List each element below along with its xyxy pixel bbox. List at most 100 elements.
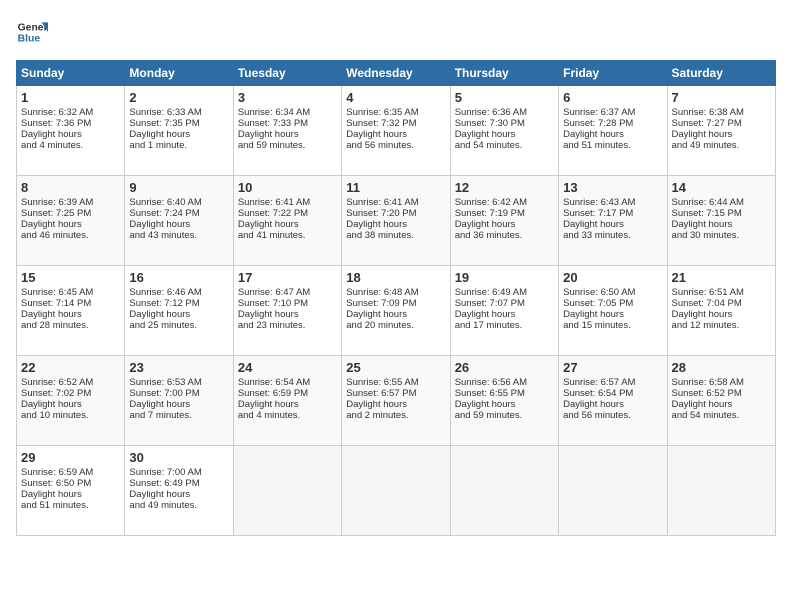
daylight-value: and 51 minutes. bbox=[21, 500, 89, 511]
table-row: 17Sunrise: 6:47 AMSunset: 7:10 PMDayligh… bbox=[233, 266, 341, 356]
sunset-text: Sunset: 7:35 PM bbox=[129, 118, 199, 129]
table-row: 24Sunrise: 6:54 AMSunset: 6:59 PMDayligh… bbox=[233, 356, 341, 446]
calendar-week: 8Sunrise: 6:39 AMSunset: 7:25 PMDaylight… bbox=[17, 176, 776, 266]
day-number: 10 bbox=[238, 180, 337, 195]
svg-text:Blue: Blue bbox=[18, 34, 41, 45]
col-monday: Monday bbox=[125, 61, 233, 86]
sunrise-text: Sunrise: 6:55 AM bbox=[346, 377, 418, 388]
table-row: 18Sunrise: 6:48 AMSunset: 7:09 PMDayligh… bbox=[342, 266, 450, 356]
table-row: 26Sunrise: 6:56 AMSunset: 6:55 PMDayligh… bbox=[450, 356, 558, 446]
sunrise-text: Sunrise: 6:59 AM bbox=[21, 467, 93, 478]
daylight-value: and 38 minutes. bbox=[346, 230, 414, 241]
calendar-table: Sunday Monday Tuesday Wednesday Thursday… bbox=[16, 60, 776, 536]
table-row: 11Sunrise: 6:41 AMSunset: 7:20 PMDayligh… bbox=[342, 176, 450, 266]
daylight-value: and 17 minutes. bbox=[455, 320, 523, 331]
daylight-label: Daylight hours bbox=[563, 309, 624, 320]
day-number: 24 bbox=[238, 360, 337, 375]
sunrise-text: Sunrise: 6:40 AM bbox=[129, 197, 201, 208]
daylight-value: and 49 minutes. bbox=[129, 500, 197, 511]
table-row: 6Sunrise: 6:37 AMSunset: 7:28 PMDaylight… bbox=[559, 86, 667, 176]
calendar-week: 29Sunrise: 6:59 AMSunset: 6:50 PMDayligh… bbox=[17, 446, 776, 536]
daylight-label: Daylight hours bbox=[346, 219, 407, 230]
table-row: 25Sunrise: 6:55 AMSunset: 6:57 PMDayligh… bbox=[342, 356, 450, 446]
daylight-value: and 56 minutes. bbox=[346, 140, 414, 151]
daylight-value: and 51 minutes. bbox=[563, 140, 631, 151]
sunset-text: Sunset: 7:04 PM bbox=[672, 298, 742, 309]
table-row: 3Sunrise: 6:34 AMSunset: 7:33 PMDaylight… bbox=[233, 86, 341, 176]
table-row: 27Sunrise: 6:57 AMSunset: 6:54 PMDayligh… bbox=[559, 356, 667, 446]
sunrise-text: Sunrise: 6:35 AM bbox=[346, 107, 418, 118]
day-number: 2 bbox=[129, 90, 228, 105]
day-number: 22 bbox=[21, 360, 120, 375]
day-number: 30 bbox=[129, 450, 228, 465]
day-number: 19 bbox=[455, 270, 554, 285]
daylight-label: Daylight hours bbox=[21, 489, 82, 500]
sunrise-text: Sunrise: 6:50 AM bbox=[563, 287, 635, 298]
calendar-week: 1Sunrise: 6:32 AMSunset: 7:36 PMDaylight… bbox=[17, 86, 776, 176]
sunrise-text: Sunrise: 6:51 AM bbox=[672, 287, 744, 298]
sunrise-text: Sunrise: 6:45 AM bbox=[21, 287, 93, 298]
day-number: 26 bbox=[455, 360, 554, 375]
sunset-text: Sunset: 7:22 PM bbox=[238, 208, 308, 219]
daylight-value: and 43 minutes. bbox=[129, 230, 197, 241]
sunrise-text: Sunrise: 6:46 AM bbox=[129, 287, 201, 298]
sunrise-text: Sunrise: 6:57 AM bbox=[563, 377, 635, 388]
daylight-label: Daylight hours bbox=[455, 309, 516, 320]
sunset-text: Sunset: 6:52 PM bbox=[672, 388, 742, 399]
daylight-value: and 7 minutes. bbox=[129, 410, 191, 421]
sunset-text: Sunset: 7:30 PM bbox=[455, 118, 525, 129]
col-friday: Friday bbox=[559, 61, 667, 86]
daylight-value: and 2 minutes. bbox=[346, 410, 408, 421]
daylight-label: Daylight hours bbox=[455, 399, 516, 410]
table-row bbox=[667, 446, 775, 536]
daylight-label: Daylight hours bbox=[346, 129, 407, 140]
daylight-label: Daylight hours bbox=[672, 399, 733, 410]
day-number: 16 bbox=[129, 270, 228, 285]
day-number: 13 bbox=[563, 180, 662, 195]
sunset-text: Sunset: 6:59 PM bbox=[238, 388, 308, 399]
day-number: 8 bbox=[21, 180, 120, 195]
daylight-value: and 4 minutes. bbox=[238, 410, 300, 421]
table-row: 28Sunrise: 6:58 AMSunset: 6:52 PMDayligh… bbox=[667, 356, 775, 446]
table-row: 9Sunrise: 6:40 AMSunset: 7:24 PMDaylight… bbox=[125, 176, 233, 266]
sunrise-text: Sunrise: 6:52 AM bbox=[21, 377, 93, 388]
daylight-label: Daylight hours bbox=[129, 129, 190, 140]
table-row: 29Sunrise: 6:59 AMSunset: 6:50 PMDayligh… bbox=[17, 446, 125, 536]
day-number: 29 bbox=[21, 450, 120, 465]
col-saturday: Saturday bbox=[667, 61, 775, 86]
sunrise-text: Sunrise: 6:38 AM bbox=[672, 107, 744, 118]
sunset-text: Sunset: 7:02 PM bbox=[21, 388, 91, 399]
daylight-value: and 59 minutes. bbox=[455, 410, 523, 421]
daylight-value: and 41 minutes. bbox=[238, 230, 306, 241]
day-number: 20 bbox=[563, 270, 662, 285]
daylight-label: Daylight hours bbox=[21, 129, 82, 140]
daylight-label: Daylight hours bbox=[129, 399, 190, 410]
table-row: 16Sunrise: 6:46 AMSunset: 7:12 PMDayligh… bbox=[125, 266, 233, 356]
table-row: 30Sunrise: 7:00 AMSunset: 6:49 PMDayligh… bbox=[125, 446, 233, 536]
table-row bbox=[559, 446, 667, 536]
daylight-label: Daylight hours bbox=[238, 219, 299, 230]
table-row bbox=[450, 446, 558, 536]
table-row bbox=[342, 446, 450, 536]
sunrise-text: Sunrise: 6:39 AM bbox=[21, 197, 93, 208]
daylight-label: Daylight hours bbox=[346, 309, 407, 320]
table-row bbox=[233, 446, 341, 536]
sunrise-text: Sunrise: 6:41 AM bbox=[238, 197, 310, 208]
sunset-text: Sunset: 7:10 PM bbox=[238, 298, 308, 309]
sunset-text: Sunset: 6:57 PM bbox=[346, 388, 416, 399]
sunrise-text: Sunrise: 6:36 AM bbox=[455, 107, 527, 118]
sunrise-text: Sunrise: 7:00 AM bbox=[129, 467, 201, 478]
day-number: 17 bbox=[238, 270, 337, 285]
sunset-text: Sunset: 7:19 PM bbox=[455, 208, 525, 219]
table-row: 13Sunrise: 6:43 AMSunset: 7:17 PMDayligh… bbox=[559, 176, 667, 266]
sunset-text: Sunset: 7:14 PM bbox=[21, 298, 91, 309]
daylight-value: and 1 minute. bbox=[129, 140, 187, 151]
table-row: 21Sunrise: 6:51 AMSunset: 7:04 PMDayligh… bbox=[667, 266, 775, 356]
sunset-text: Sunset: 7:27 PM bbox=[672, 118, 742, 129]
table-row: 4Sunrise: 6:35 AMSunset: 7:32 PMDaylight… bbox=[342, 86, 450, 176]
sunset-text: Sunset: 7:12 PM bbox=[129, 298, 199, 309]
logo-icon: General Blue bbox=[16, 16, 48, 48]
daylight-label: Daylight hours bbox=[563, 129, 624, 140]
daylight-label: Daylight hours bbox=[672, 129, 733, 140]
sunset-text: Sunset: 7:05 PM bbox=[563, 298, 633, 309]
